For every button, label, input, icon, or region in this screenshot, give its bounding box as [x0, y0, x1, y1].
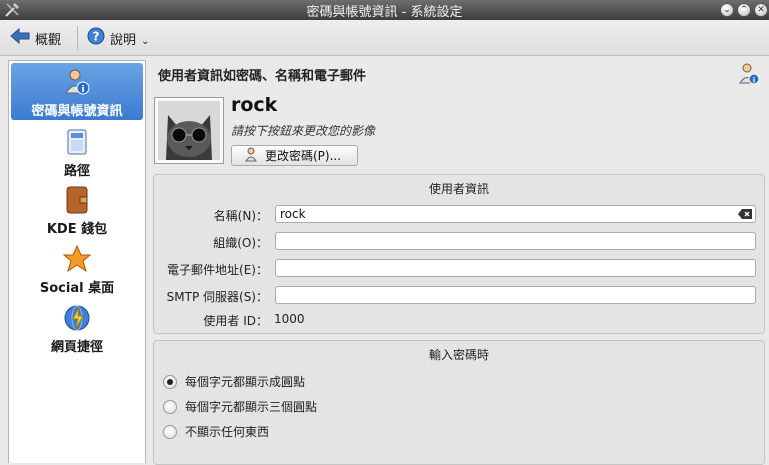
sidebar-item-label: KDE 錢包: [46, 222, 108, 237]
maximize-button[interactable]: ⌃: [737, 3, 751, 17]
radio-show-one-dot[interactable]: 每個字元都顯示成圓點: [163, 373, 305, 390]
email-field[interactable]: [275, 259, 756, 277]
username: rock: [231, 94, 278, 116]
change-password-label: 更改密碼(P)...: [265, 149, 342, 163]
radio-label: 不顯示任何東西: [185, 425, 270, 439]
clear-text-icon[interactable]: [737, 208, 753, 220]
sidebar-item-label: 網頁捷徑: [50, 340, 103, 355]
password-entry-title: 輸入密碼時: [428, 348, 489, 362]
sidebar-item-kde-wallet[interactable]: KDE 錢包: [11, 181, 143, 237]
svg-text:i: i: [753, 77, 755, 85]
sidebar-item-social-desktop[interactable]: Social 桌面: [11, 240, 143, 296]
title-bar: 密碼與帳號資訊 - 系統設定 ⌄ ⌃ ✕: [0, 0, 769, 20]
overview-button[interactable]: 概觀: [10, 26, 61, 50]
svg-text:?: ?: [93, 30, 100, 44]
folder-paths-icon: [62, 127, 92, 157]
close-button[interactable]: ✕: [754, 3, 768, 17]
sidebar-item-label: Social 桌面: [39, 281, 115, 296]
window-title: 密碼與帳號資訊 - 系統設定: [306, 5, 463, 20]
smtp-server-field[interactable]: [275, 286, 756, 304]
sidebar-item-web-shortcuts[interactable]: 網頁捷徑: [11, 299, 143, 355]
radio-indicator: [163, 399, 177, 414]
wallet-icon: [62, 185, 92, 215]
sidebar-item-label: 密碼與帳號資訊: [31, 104, 123, 119]
radio-indicator: [163, 424, 177, 439]
chevron-down-icon: ⌄: [141, 35, 150, 47]
globe-lightning-icon: [62, 303, 92, 333]
organization-field[interactable]: [275, 232, 756, 250]
radio-label: 每個字元都顯示三個圓點: [185, 400, 318, 414]
minimize-button[interactable]: ⌄: [720, 3, 734, 17]
svg-text:i: i: [81, 85, 84, 95]
toolbar-separator: [77, 26, 78, 50]
user-key-icon: [244, 146, 260, 165]
toolbar: 概觀 ? 說明 ⌄: [0, 20, 769, 56]
help-icon: ?: [87, 27, 105, 49]
page-heading: 使用者資訊如密碼、名稱和電子郵件: [158, 69, 367, 84]
user-info-icon: i: [62, 67, 92, 97]
sidebar-item-paths[interactable]: 路徑: [11, 123, 143, 179]
radio-show-three-dots[interactable]: 每個字元都顯示三個圓點: [163, 398, 317, 415]
user-info-icon: i: [737, 62, 761, 86]
user-id-value: 1000: [274, 312, 305, 326]
user-info-title: 使用者資訊: [428, 182, 489, 196]
sidebar-item-password-account[interactable]: i 密碼與帳號資訊: [11, 63, 143, 120]
sidebar: i 密碼與帳號資訊 路徑 KDE 錢包 Social 桌面 網頁捷徑: [8, 60, 146, 463]
help-button[interactable]: ? 說明 ⌄: [87, 26, 149, 50]
radio-indicator-checked: [163, 374, 177, 389]
help-label: 說明: [110, 32, 137, 48]
email-label: 電子郵件地址(E)：: [167, 263, 268, 277]
name-label: 名稱(N)：: [213, 209, 268, 223]
overview-label: 概觀: [35, 32, 62, 48]
user-info-group: [153, 174, 765, 334]
star-icon: [62, 244, 92, 274]
user-id-label: 使用者 ID：: [203, 314, 268, 328]
image-hint: 請按下按鈕來更改您的影像: [231, 124, 376, 138]
avatar[interactable]: [154, 97, 224, 164]
radio-show-nothing[interactable]: 不顯示任何東西: [163, 423, 269, 440]
sidebar-item-label: 路徑: [63, 164, 90, 179]
smtp-server-label: SMTP 伺服器(S)：: [166, 290, 268, 304]
organization-label: 組織(O)：: [213, 236, 268, 250]
change-password-button[interactable]: 更改密碼(P)...: [231, 145, 358, 166]
name-field[interactable]: rock: [275, 205, 756, 223]
radio-label: 每個字元都顯示成圓點: [185, 375, 306, 389]
back-arrow-icon: [10, 27, 30, 49]
